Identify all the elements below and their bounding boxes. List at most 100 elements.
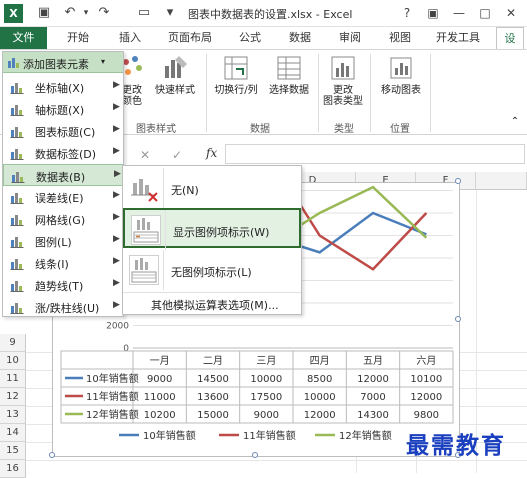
row-header-12[interactable]: 12	[0, 388, 26, 406]
tab-home[interactable]: 开始	[60, 27, 96, 49]
menu-item-label: 图例(L)	[35, 236, 72, 249]
tab-view[interactable]: 视图	[382, 27, 418, 49]
quick-style-label: 快速样式	[155, 85, 195, 96]
select-data-button[interactable]: 选择数据	[264, 54, 314, 96]
data-table-submenu: 无(N) 显示图例项标示(W) 无图例项标示(L) 其他模拟运算表选项(M)..…	[122, 165, 302, 315]
tab-page-layout[interactable]: 页面布局	[162, 27, 218, 49]
chevron-right-icon: ▶	[113, 234, 120, 244]
submenu-item-label: 无(N)	[171, 184, 199, 197]
tab-design[interactable]: 设	[496, 27, 524, 49]
chevron-right-icon: ▶	[113, 300, 120, 310]
menu-item-label: 轴标题(X)	[35, 104, 85, 117]
change-chart-type-button[interactable]: 更改 图表类型	[320, 54, 366, 107]
quick-style-button[interactable]: 快速样式	[150, 54, 200, 96]
resize-handle[interactable]	[49, 452, 55, 458]
move-chart-label: 移动图表	[381, 85, 421, 96]
data-table-cell: 14300	[357, 410, 389, 421]
data-table-cell: 10100	[410, 374, 442, 385]
y-tick-label: 0	[123, 344, 129, 354]
resize-handle[interactable]	[252, 452, 258, 458]
data-table-icon	[11, 172, 25, 183]
legend-icon	[10, 237, 24, 248]
chart-title-icon	[10, 127, 24, 138]
menu-item-updown-bars[interactable]: 涨/跌柱线(U) ▶	[3, 296, 123, 318]
open-folder-icon[interactable]: ▭	[136, 5, 152, 21]
minimize-button[interactable]: —	[450, 4, 468, 22]
row-header-14[interactable]: 14	[0, 424, 26, 442]
row-header-9[interactable]: 9	[0, 334, 26, 352]
resize-handle[interactable]	[455, 316, 461, 322]
chevron-right-icon: ▶	[113, 124, 120, 134]
submenu-divider	[165, 210, 166, 250]
switch-row-column-button[interactable]: 切换行/列	[208, 54, 264, 96]
close-button[interactable]: ✕	[502, 4, 520, 22]
menu-item-trendline[interactable]: 趋势线(T) ▶	[3, 274, 123, 296]
menu-item-gridlines[interactable]: 网格线(G) ▶	[3, 208, 123, 230]
menu-item-legend[interactable]: 图例(L) ▶	[3, 230, 123, 252]
group-separator	[206, 54, 207, 132]
trendline-icon	[10, 281, 24, 292]
select-data-label: 选择数据	[269, 85, 309, 96]
data-table-cell: 10000	[304, 392, 336, 403]
tab-file[interactable]: 文件	[0, 27, 47, 49]
save-icon[interactable]: ▣	[36, 5, 52, 21]
switch-row-column-icon	[224, 56, 248, 80]
row-header-11[interactable]: 11	[0, 370, 26, 388]
data-table-cell: 12000	[357, 374, 389, 385]
tab-insert[interactable]: 插入	[112, 27, 148, 49]
collapse-ribbon-icon[interactable]: ⌃	[508, 116, 522, 127]
menu-item-data-table[interactable]: 数据表(B) ▶	[3, 164, 123, 186]
submenu-item-show-legend-keys[interactable]: 显示图例项标示(W)	[123, 208, 301, 250]
menu-item-label: 数据标签(D)	[35, 148, 97, 161]
group-separator	[430, 54, 431, 132]
data-table-cell: 14500	[197, 374, 229, 385]
tab-data[interactable]: 数据	[282, 27, 318, 49]
help-button[interactable]: ?	[398, 4, 416, 22]
row-header-16[interactable]: 16	[0, 460, 26, 478]
menu-item-error-bar[interactable]: 误差线(E) ▶	[3, 186, 123, 208]
formula-input[interactable]	[225, 144, 525, 164]
tab-formulas[interactable]: 公式	[232, 27, 268, 49]
menu-item-axis-title[interactable]: 轴标题(X) ▶	[3, 98, 123, 120]
redo-icon[interactable]: ↷	[96, 5, 112, 21]
error-bar-icon	[10, 193, 24, 204]
menu-item-label: 网格线(G)	[35, 214, 86, 227]
menu-item-chart-title[interactable]: 图表标题(C) ▶	[3, 120, 123, 142]
resize-handle[interactable]	[455, 178, 461, 184]
submenu-item-no-legend-keys[interactable]: 无图例项标示(L)	[123, 250, 301, 290]
move-chart-button[interactable]: 移动图表	[376, 54, 426, 96]
select-data-icon	[277, 56, 301, 80]
chevron-right-icon: ▶	[113, 212, 120, 222]
ribbon-display-icon[interactable]: ▣	[424, 4, 442, 22]
data-table-cell: 10000	[250, 374, 282, 385]
data-table-series-name: 12年销售额	[86, 408, 139, 421]
chevron-right-icon: ▶	[114, 169, 121, 179]
submenu-item-label: 无图例项标示(L)	[171, 266, 252, 279]
data-table-cell: 9000	[147, 374, 172, 385]
menu-item-data-label[interactable]: 数据标签(D) ▶	[3, 142, 123, 164]
insert-function-icon[interactable]: fx	[206, 146, 217, 160]
row-header-15[interactable]: 15	[0, 442, 26, 460]
row-header-10[interactable]: 10	[0, 352, 26, 370]
customize-toolbar-icon[interactable]: ▾	[162, 5, 178, 21]
menu-item-lines[interactable]: 线条(I) ▶	[3, 252, 123, 274]
row-header-13[interactable]: 13	[0, 406, 26, 424]
cancel-icon[interactable]: ✕	[140, 148, 150, 162]
column-header-g[interactable]	[476, 172, 527, 190]
menu-item-axis[interactable]: 坐标轴(X) ▶	[3, 76, 123, 98]
undo-icon[interactable]: ↶	[62, 5, 78, 21]
group-separator	[370, 54, 371, 132]
tab-review[interactable]: 审阅	[332, 27, 368, 49]
gridlines-icon	[10, 215, 24, 226]
quick-style-icon	[165, 56, 187, 78]
enter-icon[interactable]: ✓	[172, 148, 182, 162]
submenu-item-none[interactable]: 无(N)	[123, 168, 301, 208]
tab-developer[interactable]: 开发工具	[430, 27, 486, 49]
add-chart-element-button[interactable]: 添加图表元素 ▾	[3, 52, 123, 73]
data-table-with-keys-icon	[131, 215, 161, 245]
restore-button[interactable]: □	[476, 4, 494, 22]
more-data-table-options[interactable]: 其他模拟运算表选项(M)...	[151, 297, 279, 313]
group-label-chart-style: 图表样式	[136, 124, 176, 135]
undo-dropdown-icon[interactable]: ▾	[78, 5, 94, 21]
window-title: 图表中数据表的设置.xlsx - Excel	[188, 8, 353, 21]
